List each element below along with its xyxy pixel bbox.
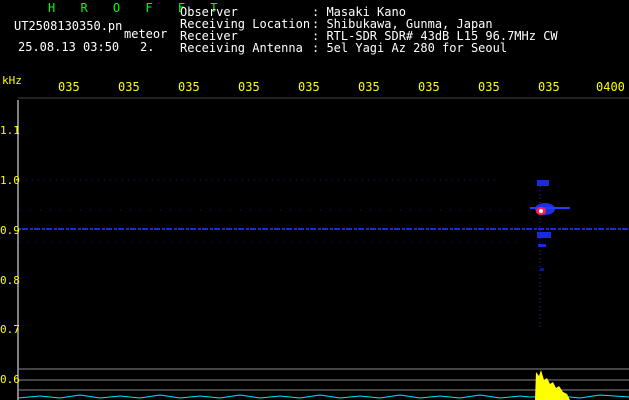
x-tick-7: 035 <box>418 80 440 94</box>
hrofft-screen: H R O F F T UT2508130350.pn meteor 25.08… <box>0 0 629 400</box>
y-axis-unit: kHz <box>2 74 22 87</box>
x-tick-6: 035 <box>358 80 380 94</box>
y-tick-1-0: 1.0 <box>0 174 20 187</box>
y-tick-0-9: 0.9 <box>0 224 20 237</box>
meteor-power-spike <box>535 370 570 400</box>
x-tick-1: 035 <box>58 80 80 94</box>
x-tick-4: 035 <box>238 80 260 94</box>
x-tick-5: 035 <box>298 80 320 94</box>
x-tick-9: 035 <box>538 80 560 94</box>
x-tick-3: 035 <box>178 80 200 94</box>
meteor-echo <box>530 180 570 330</box>
y-tick-0-8: 0.8 <box>0 274 20 287</box>
x-tick-10: 0400 <box>596 80 625 94</box>
x-tick-2: 035 <box>118 80 140 94</box>
x-tick-8: 035 <box>478 80 500 94</box>
y-tick-0-7: 0.7 <box>0 323 20 336</box>
spectrogram-plot <box>17 97 629 400</box>
y-tick-1-1: 1.1 <box>0 124 20 137</box>
y-tick-0-6: 0.6 <box>0 373 20 386</box>
